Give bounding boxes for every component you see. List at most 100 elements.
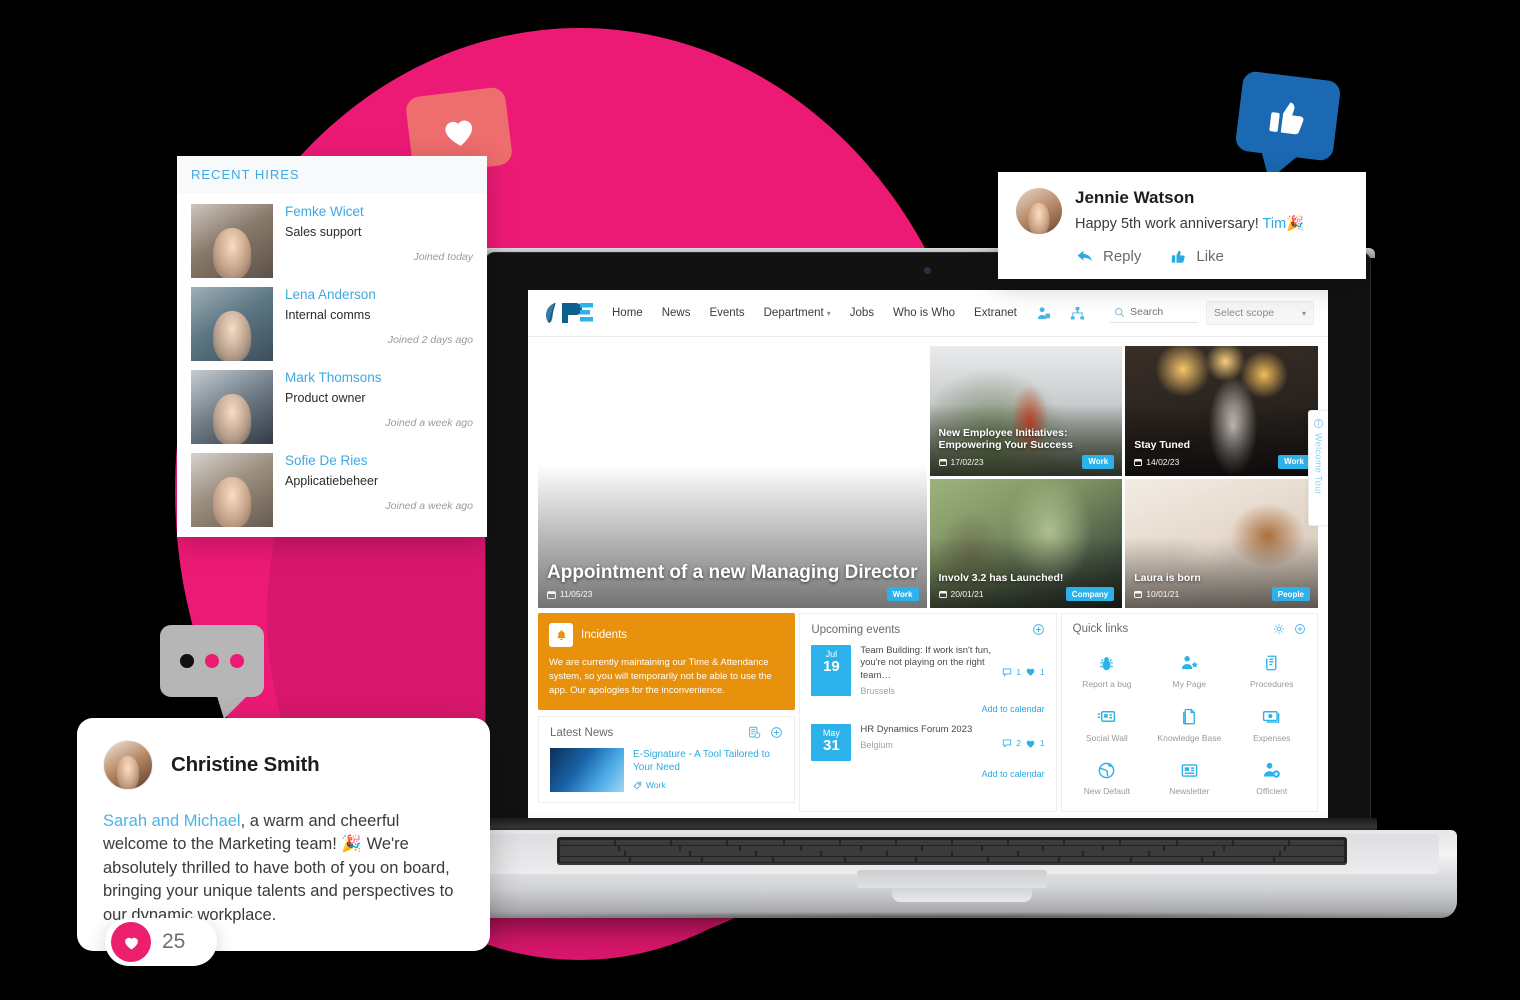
event-day: 31 <box>822 737 840 755</box>
hero-tile-grid: New Employee Initiatives: Empowering You… <box>929 346 1318 608</box>
recent-hire-row[interactable]: Mark Thomsons Product owner Joined a wee… <box>177 363 487 446</box>
search-box[interactable] <box>1110 303 1198 323</box>
feed-icon <box>1070 706 1144 728</box>
site-logo[interactable] <box>542 300 596 326</box>
add-to-calendar-link[interactable]: Add to calendar <box>800 767 1055 789</box>
recent-hire-name[interactable]: Femke Wicet <box>285 204 473 219</box>
hero-tile-date: 14/02/23 <box>1146 456 1180 467</box>
hero-tile-tag[interactable]: Company <box>1065 587 1115 601</box>
laptop-keyboard <box>557 837 1347 865</box>
welcome-tour-label: Welcome Tour <box>1313 433 1324 495</box>
avatar <box>191 370 273 444</box>
nav-link-extranet[interactable]: Extranet <box>974 307 1017 319</box>
gear-icon[interactable] <box>1273 623 1285 635</box>
quick-link-report-a-bug[interactable]: Report a bug <box>1068 646 1146 696</box>
welcome-tour-tab[interactable]: Welcome Tour <box>1308 410 1328 526</box>
recent-hire-row[interactable]: Femke Wicet Sales support Joined today <box>177 197 487 280</box>
hero-main-title: Appointment of a new Managing Director <box>547 561 918 583</box>
event-like-count: 1 <box>1039 666 1045 677</box>
incidents-title: Incidents <box>581 629 628 641</box>
event-item[interactable]: May 31 HR Dynamics Forum 2023 Belgium 2 <box>800 724 1055 767</box>
news-tag-label: Work <box>646 780 666 791</box>
quick-link-knowledge-base[interactable]: Knowledge Base <box>1150 700 1228 750</box>
scope-select[interactable]: Select scope ▾ <box>1206 301 1314 325</box>
hero-tile-3[interactable]: Laura is born 10/01/21 People <box>1125 478 1318 608</box>
news-list-item[interactable]: E-Signature - A Tool Tailored to Your Ne… <box>539 748 794 802</box>
recent-hire-role: Product owner <box>285 391 366 405</box>
add-circle-icon[interactable] <box>1294 623 1306 635</box>
quick-links-grid: Report a bug My Page Procedures Social W… <box>1062 644 1317 811</box>
event-item[interactable]: Jul 19 Team Building: If work isn't fun,… <box>800 645 1055 702</box>
quick-link-label: New Default <box>1083 786 1131 797</box>
add-circle-icon[interactable] <box>770 726 783 739</box>
recent-hire-joined: Joined a week ago <box>385 500 473 512</box>
quick-link-new-default[interactable]: New Default <box>1068 753 1146 803</box>
reply-button[interactable]: Reply <box>1075 247 1141 265</box>
nav-link-department[interactable]: Department ▾ <box>764 307 831 319</box>
event-comment-count: 1 <box>1016 666 1021 677</box>
org-chart-icon[interactable] <box>1070 306 1085 321</box>
hero-tile-tag[interactable]: Work <box>1082 454 1115 469</box>
hero-tile-2[interactable]: Involv 3.2 has Launched! 20/01/21 Compan… <box>929 478 1123 608</box>
nav-label: Extranet <box>974 307 1017 319</box>
article-icon[interactable] <box>748 726 761 739</box>
recent-hire-name[interactable]: Sofie De Ries <box>285 453 473 468</box>
quick-link-procedures[interactable]: Procedures <box>1233 646 1311 696</box>
heart-reaction-button[interactable] <box>111 922 151 962</box>
latest-news-actions <box>748 726 783 739</box>
quick-link-officient[interactable]: Officient <box>1233 753 1311 803</box>
nav-link-home[interactable]: Home <box>612 307 643 319</box>
pages-icon <box>1152 706 1226 728</box>
quick-link-expenses[interactable]: Expenses <box>1233 700 1311 750</box>
thumbs-up-icon <box>1269 102 1304 135</box>
nav-link-jobs[interactable]: Jobs <box>850 307 874 319</box>
news-text: E-Signature - A Tool Tailored to Your Ne… <box>633 748 783 792</box>
globe-icon <box>1070 759 1144 781</box>
like-button[interactable]: Like <box>1169 247 1224 265</box>
site-navigation: Home News Events Department ▾ Jobs Who is… <box>528 290 1328 337</box>
nav-link-news[interactable]: News <box>662 307 691 319</box>
recent-hire-name[interactable]: Mark Thomsons <box>285 370 473 385</box>
heart-icon <box>124 937 138 950</box>
nav-label: Home <box>612 307 643 319</box>
quick-links-title: Quick links <box>1072 623 1129 635</box>
add-to-calendar-link[interactable]: Add to calendar <box>800 702 1055 724</box>
christine-post-card: Christine Smith Sarah and Michael, a war… <box>77 718 490 952</box>
jennie-comment-card: Jennie Watson Happy 5th work anniversary… <box>998 172 1366 279</box>
reply-arrow-icon <box>1077 250 1092 262</box>
recent-hires-card: RECENT HIRES Femke Wicet Sales support J… <box>177 156 487 537</box>
jennie-message-mention[interactable]: Tim <box>1263 216 1287 232</box>
nav-link-list: Home News Events Department ▾ Jobs Who is… <box>612 306 1085 321</box>
chevron-down-icon: ▾ <box>826 309 831 318</box>
add-circle-icon[interactable] <box>1032 623 1045 636</box>
quick-link-my-page[interactable]: My Page <box>1150 646 1228 696</box>
quick-links-card: Quick links Report a bug My Page Procedu… <box>1060 613 1318 812</box>
reaction-count-pill[interactable]: 25 <box>105 918 217 966</box>
hero-tile-title: New Employee Initiatives: Empowering You… <box>938 426 1073 452</box>
recent-hire-role: Applicatiebeheer <box>285 474 379 488</box>
quick-link-newsletter[interactable]: Newsletter <box>1150 753 1228 803</box>
nav-link-events[interactable]: Events <box>709 307 744 319</box>
user-profile-icon[interactable] <box>1036 306 1051 321</box>
christine-mention[interactable]: Sarah and Michael <box>103 812 241 830</box>
event-stats: 1 1 <box>1002 645 1045 696</box>
nav-link-who-is-who[interactable]: Who is Who <box>893 307 955 319</box>
reply-label: Reply <box>1103 247 1142 265</box>
hero-main-tag[interactable]: Work <box>886 587 919 601</box>
hero-tile-tag[interactable]: People <box>1271 587 1310 601</box>
recent-hire-row[interactable]: Sofie De Ries Applicatiebeheer Joined a … <box>177 446 487 529</box>
recent-hire-row[interactable]: Lena Anderson Internal comms Joined 2 da… <box>177 280 487 363</box>
recent-hire-info: Sofie De Ries Applicatiebeheer Joined a … <box>285 453 473 527</box>
laptop-screen: Home News Events Department ▾ Jobs Who is… <box>528 290 1328 818</box>
search-input[interactable] <box>1130 306 1190 318</box>
hero-tile-1[interactable]: Stay Tuned 14/02/23 Work <box>1125 346 1318 476</box>
scope-label: Select scope <box>1214 307 1275 319</box>
hero-tile-tag[interactable]: Work <box>1278 454 1310 469</box>
recent-hire-name[interactable]: Lena Anderson <box>285 287 473 302</box>
hero-main-article[interactable]: Appointment of a new Managing Director 1… <box>538 346 927 608</box>
christine-name: Christine Smith <box>171 753 320 776</box>
hero-tile-0[interactable]: New Employee Initiatives: Empowering You… <box>929 346 1123 476</box>
laptop-base-notch <box>892 888 1032 902</box>
quick-link-social-wall[interactable]: Social Wall <box>1068 700 1146 750</box>
upcoming-events-title: Upcoming events <box>811 623 901 636</box>
